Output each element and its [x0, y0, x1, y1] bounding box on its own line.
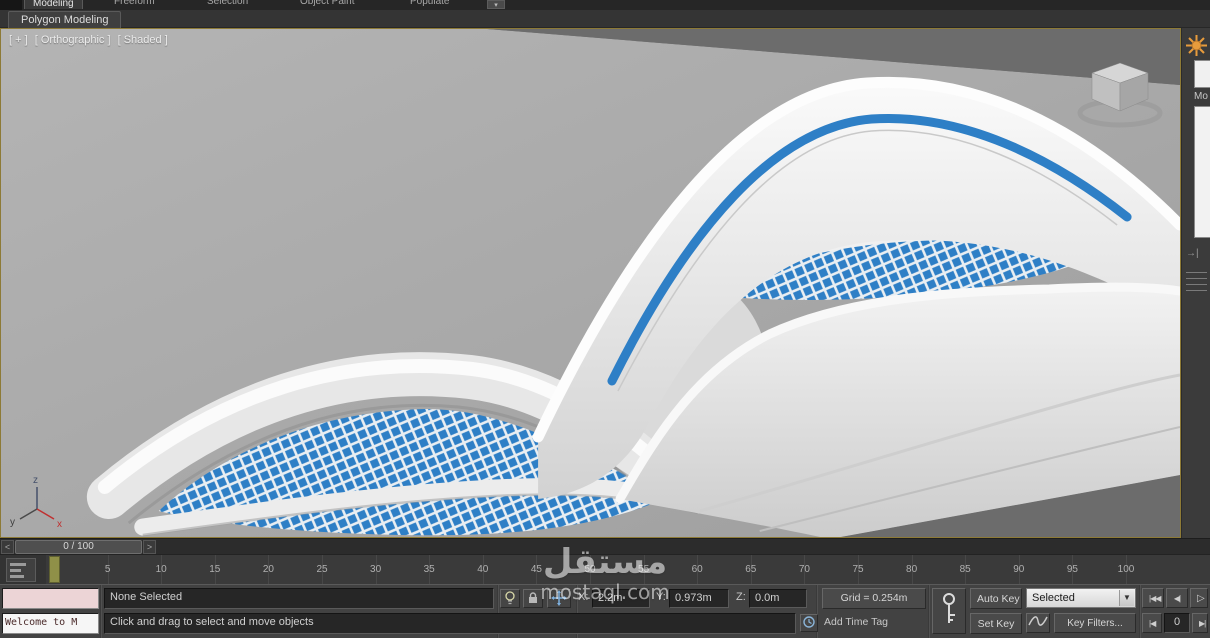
viewcube[interactable] [1074, 59, 1166, 131]
ruler-tick-label: 100 [1117, 564, 1135, 575]
time-slider-handle[interactable]: 0 / 100 [15, 540, 142, 554]
modifier-list-label: Mo [1194, 91, 1208, 102]
maxscript-listener-field[interactable]: Welcome to M [2, 613, 99, 634]
current-frame-marker[interactable] [49, 556, 60, 583]
window-corner [0, 0, 22, 10]
x-coordinate-label: X: [578, 591, 589, 603]
rollout-divider-lines [1186, 272, 1207, 296]
viewport-menu-shading[interactable]: [ Shaded ] [118, 34, 168, 46]
sun-icon[interactable] [1185, 34, 1208, 57]
viewport-label: [ + ] [ Orthographic ] [ Shaded ] [9, 34, 172, 46]
ruler-tick-label: 45 [530, 564, 542, 575]
next-frame-arrow[interactable]: > [143, 540, 156, 554]
selection-status-field: None Selected [104, 588, 494, 609]
transform-type-in-button[interactable] [547, 589, 571, 608]
status-bar: Welcome to M None Selected X: 2.2m Y: 0.… [0, 584, 1210, 638]
mini-curve-editor-icon [10, 563, 26, 578]
next-key-button[interactable]: ▶| [1192, 613, 1208, 633]
ruler-tick-label: 60 [691, 564, 703, 575]
current-frame-field[interactable]: 0 [1164, 613, 1190, 633]
divider [1139, 585, 1141, 638]
ruler-tick-label: 10 [155, 564, 167, 575]
prompt-line: Click and drag to select and move object… [104, 613, 796, 634]
ruler-tick-label: 95 [1066, 564, 1078, 575]
ruler-tick-label: 40 [477, 564, 489, 575]
ruler-tick-label: 35 [423, 564, 435, 575]
scene-3d [1, 29, 1180, 537]
ribbon-tab-bar: Modeling Freeform Selection Object Paint… [0, 0, 1210, 10]
ribbon-tab-object-paint[interactable]: Object Paint [300, 0, 354, 7]
ruler-tick-label: 15 [209, 564, 221, 575]
panel-field-partial[interactable] [1194, 60, 1210, 88]
time-slider-bar: < 0 / 100 > [0, 538, 1210, 554]
viewport[interactable]: [ + ] [ Orthographic ] [ Shaded ] z y x [0, 28, 1181, 538]
axis-tripod: z y x [10, 475, 62, 529]
ribbon-options-icon[interactable]: ▾ [487, 0, 505, 9]
axis-z-label: z [33, 475, 38, 486]
macro-recorder-field[interactable] [2, 588, 99, 609]
ribbon-tab-populate[interactable]: Populate [410, 0, 449, 7]
y-coordinate-field[interactable]: 0.973m [669, 589, 729, 608]
ruler-tick-label: 65 [745, 564, 757, 575]
viewport-menu-general[interactable]: [ + ] [9, 34, 28, 46]
pin-stack-icon[interactable]: →| [1186, 248, 1199, 259]
z-coordinate-field[interactable]: 0.0m [749, 589, 807, 608]
ruler-tick-label: 20 [262, 564, 274, 575]
curve-wave-icon [1028, 616, 1048, 626]
previous-frame-button[interactable]: ◀| [1166, 588, 1188, 608]
viewport-menu-pov[interactable]: [ Orthographic ] [35, 34, 111, 46]
ruler-tick-label: 80 [906, 564, 918, 575]
ruler-tick-label: 55 [638, 564, 650, 575]
tab-polygon-modeling[interactable]: Polygon Modeling [8, 11, 122, 29]
go-to-start-button[interactable]: |◀◀ [1142, 588, 1164, 608]
selection-lock-button[interactable] [523, 589, 543, 608]
ruler-tick-label: 25 [316, 564, 328, 575]
ruler-tick-label: 90 [1013, 564, 1025, 575]
ribbon-tab-freeform[interactable]: Freeform [114, 0, 155, 7]
add-time-tag-label[interactable]: Add Time Tag [824, 616, 888, 628]
auto-key-button[interactable]: Auto Key [970, 588, 1022, 609]
ruler-tick-label: 50 [584, 564, 596, 575]
lock-icon [529, 592, 537, 603]
key-filters-button[interactable]: Key Filters... [1054, 613, 1136, 633]
time-tag-button[interactable] [800, 614, 818, 632]
isolate-selection-button[interactable] [500, 589, 520, 608]
previous-key-button[interactable]: |◀ [1142, 613, 1162, 633]
lightbulb-icon [505, 591, 515, 605]
play-button[interactable]: ▷ [1190, 588, 1208, 608]
ribbon-panel-row: Polygon Modeling [0, 10, 1210, 29]
modifier-stack-partial[interactable] [1194, 106, 1210, 238]
ruler-tick-label: 75 [852, 564, 864, 575]
ruler-tick-label: 5 [104, 564, 111, 575]
main-area: [ + ] [ Orthographic ] [ Shaded ] z y x [0, 28, 1210, 538]
ruler-tick-label: 85 [959, 564, 971, 575]
ribbon-tab-modeling[interactable]: Modeling [24, 0, 83, 9]
divider [100, 585, 102, 638]
mini-curve-editor-button[interactable] [6, 558, 36, 582]
divider [928, 585, 930, 638]
ribbon-tab-selection[interactable]: Selection [207, 0, 248, 7]
y-coordinate-label: Y: [656, 591, 666, 603]
ruler-tick-label: 30 [370, 564, 382, 575]
command-panel-strip: Mo →| [1181, 28, 1210, 538]
default-tangent-button[interactable] [1026, 613, 1050, 633]
axis-y-label: y [10, 517, 15, 528]
set-key-button[interactable]: Set Key [970, 613, 1022, 634]
track-bar[interactable]: 5 10 15 20 25 30 35 40 45 50 55 60 65 70 75 80 85 90 95 100 [0, 554, 1210, 585]
key-filter-selected-dropdown[interactable]: Selected ▼ [1026, 588, 1136, 608]
previous-frame-arrow[interactable]: < [1, 540, 14, 554]
x-coordinate-field[interactable]: 2.2m [592, 589, 650, 608]
ruler-tick-label: 70 [798, 564, 810, 575]
axis-x-label: x [57, 519, 62, 529]
chevron-down-icon[interactable]: ▼ [1119, 590, 1134, 606]
time-tag-icon [803, 616, 815, 628]
key-filter-selected-value: Selected [1032, 592, 1075, 604]
grid-size-display: Grid = 0.254m [822, 588, 926, 609]
set-keys-button[interactable] [932, 588, 966, 634]
3dsmax-window: Modeling Freeform Selection Object Paint… [0, 0, 1210, 638]
z-coordinate-label: Z: [736, 591, 746, 603]
key-icon [943, 592, 955, 623]
move-arrows-icon [551, 590, 567, 606]
